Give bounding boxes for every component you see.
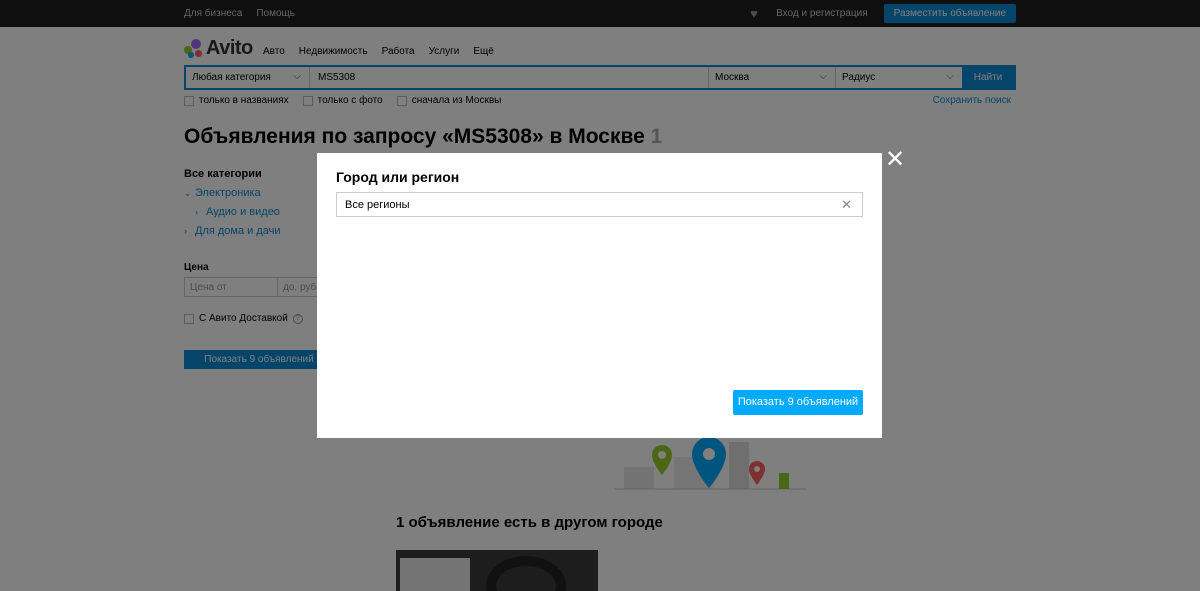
modal-show-button[interactable]: Показать 9 объявлений [733, 390, 863, 415]
region-modal: Город или регион Все регионы ✕ Показать … [317, 153, 882, 438]
clear-icon[interactable]: ✕ [841, 197, 852, 213]
close-icon[interactable]: ✕ [885, 148, 905, 172]
region-input-value: Все регионы [345, 199, 410, 211]
region-input[interactable]: Все регионы ✕ [336, 192, 863, 217]
modal-title: Город или регион [336, 169, 460, 185]
